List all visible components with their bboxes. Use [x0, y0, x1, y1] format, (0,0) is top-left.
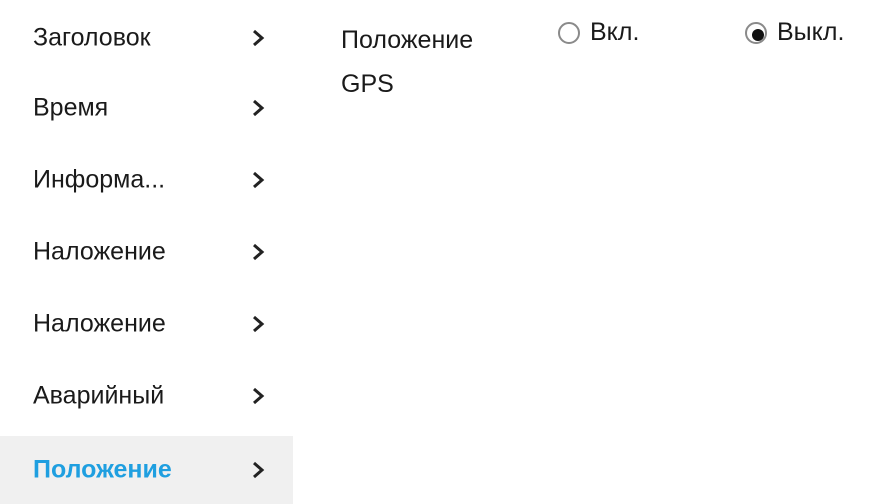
sidebar-item-label: Заголовок — [33, 23, 151, 52]
sidebar-item-label: Наложение — [33, 237, 166, 266]
sidebar-item-overlay-1[interactable]: Наложение — [0, 218, 293, 286]
sidebar-item-label: Информа... — [33, 165, 166, 194]
gps-off-label: Выкл. — [777, 18, 845, 46]
radio-unchecked-icon[interactable] — [558, 22, 580, 44]
gps-on-label: Вкл. — [590, 18, 640, 46]
sidebar-item-position[interactable]: Положение — [0, 436, 293, 504]
sidebar-item-time[interactable]: Время — [0, 74, 293, 142]
sidebar-item-info[interactable]: Информа... — [0, 146, 293, 214]
sidebar-item-title[interactable]: Заголовок — [0, 4, 293, 72]
sidebar-item-label: Время — [33, 93, 109, 122]
chevron-right-icon — [250, 242, 266, 262]
chevron-right-icon — [250, 170, 266, 190]
sidebar-item-overlay-2[interactable]: Наложение — [0, 290, 293, 358]
sidebar-item-label: Положение — [33, 455, 172, 484]
sidebar-item-label: Наложение — [33, 309, 166, 338]
sidebar-nav: Заголовок Время Информа... Наложение Нал… — [0, 0, 293, 504]
gps-position-label: Положение GPS — [341, 26, 474, 98]
chevron-right-icon — [250, 28, 266, 48]
radio-dot-icon — [752, 29, 764, 41]
sidebar-item-alarm[interactable]: Аварийный — [0, 362, 293, 430]
chevron-right-icon — [250, 460, 266, 480]
chevron-right-icon — [250, 386, 266, 406]
sidebar-item-label: Аварийный — [33, 381, 165, 410]
chevron-right-icon — [250, 314, 266, 334]
chevron-right-icon — [250, 98, 266, 118]
radio-checked-icon[interactable] — [745, 22, 767, 44]
settings-panel: Положение GPS Вкл. Выкл. — [293, 0, 878, 504]
